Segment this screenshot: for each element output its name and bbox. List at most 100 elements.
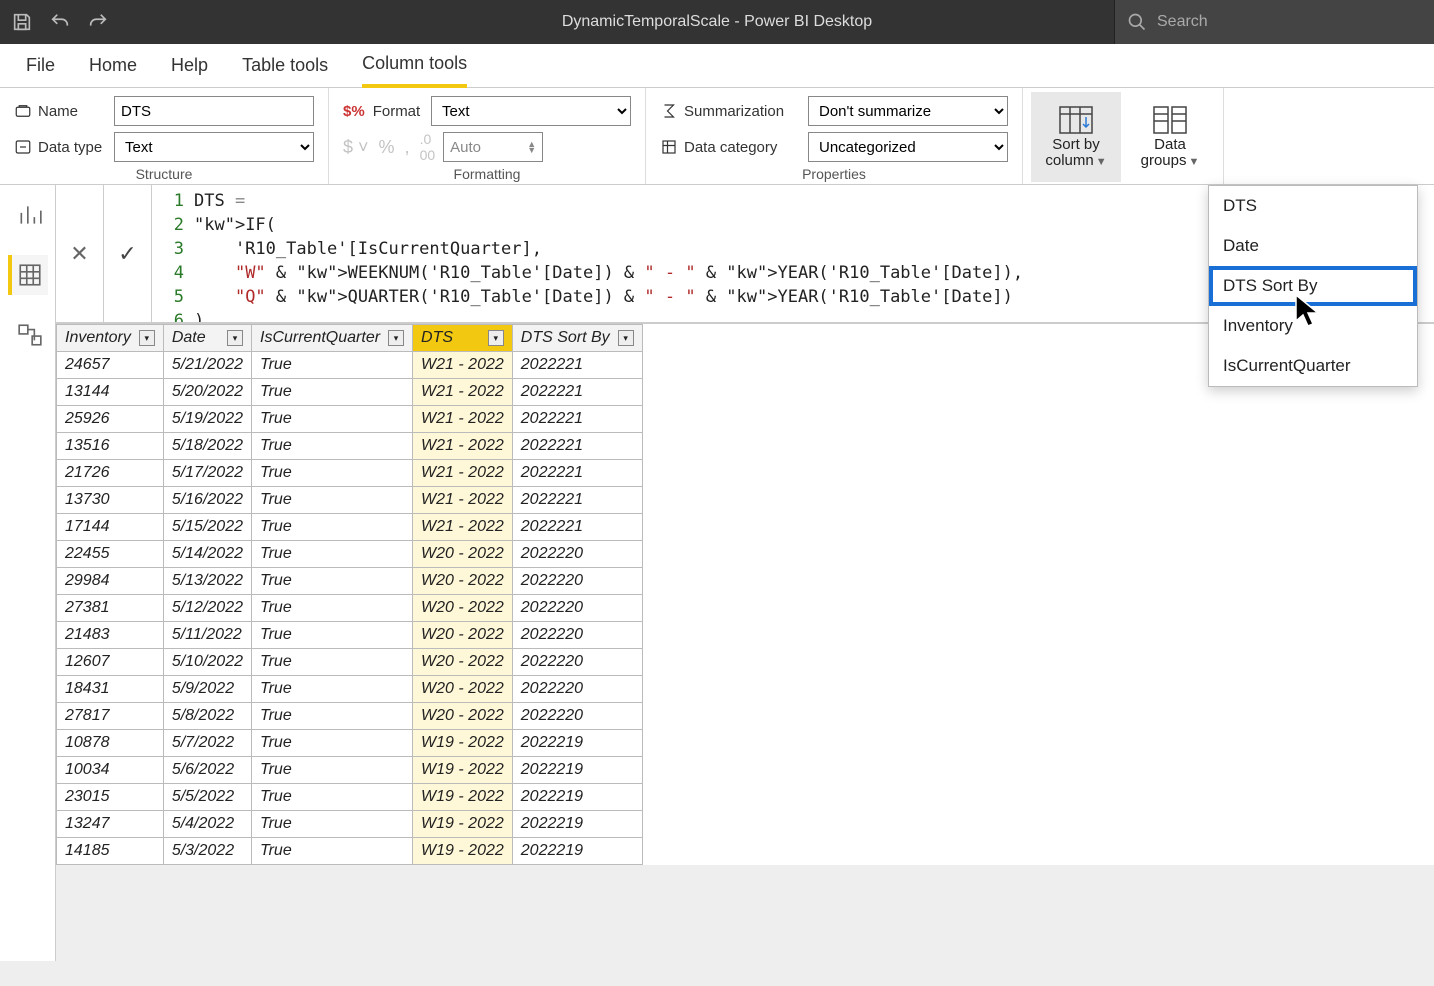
table-cell[interactable]: 18431 — [57, 676, 164, 703]
table-cell[interactable]: True — [252, 568, 413, 595]
table-cell[interactable]: 2022219 — [512, 838, 642, 865]
redo-icon[interactable] — [84, 8, 112, 36]
sort-by-column-button[interactable]: Sort bycolumn▼ — [1031, 92, 1121, 182]
filter-icon[interactable]: ▾ — [488, 330, 504, 346]
table-cell[interactable]: W19 - 2022 — [413, 784, 513, 811]
tab-table-tools[interactable]: Table tools — [242, 44, 328, 88]
table-cell[interactable]: True — [252, 352, 413, 379]
table-row[interactable]: 259265/19/2022TrueW21 - 20222022221 — [57, 406, 643, 433]
table-cell[interactable]: 2022220 — [512, 541, 642, 568]
table-cell[interactable]: W21 - 2022 — [413, 514, 513, 541]
table-row[interactable]: 126075/10/2022TrueW20 - 20222022220 — [57, 649, 643, 676]
table-cell[interactable]: 25926 — [57, 406, 164, 433]
table-cell[interactable]: 2022220 — [512, 649, 642, 676]
tab-column-tools[interactable]: Column tools — [362, 44, 467, 88]
table-cell[interactable]: 21483 — [57, 622, 164, 649]
table-row[interactable]: 141855/3/2022TrueW19 - 20222022219 — [57, 838, 643, 865]
table-cell[interactable]: True — [252, 811, 413, 838]
table-row[interactable]: 171445/15/2022TrueW21 - 20222022221 — [57, 514, 643, 541]
column-header[interactable]: IsCurrentQuarter▾ — [252, 325, 413, 352]
table-cell[interactable]: 5/4/2022 — [163, 811, 251, 838]
table-cell[interactable]: True — [252, 622, 413, 649]
data-category-select[interactable]: Uncategorized — [808, 132, 1008, 162]
tab-file[interactable]: File — [26, 44, 55, 88]
table-cell[interactable]: W21 - 2022 — [413, 487, 513, 514]
table-cell[interactable]: 5/12/2022 — [163, 595, 251, 622]
table-cell[interactable]: W20 - 2022 — [413, 595, 513, 622]
table-cell[interactable]: 2022219 — [512, 730, 642, 757]
table-cell[interactable]: True — [252, 703, 413, 730]
table-cell[interactable]: True — [252, 541, 413, 568]
sort-dropdown-item[interactable]: Inventory — [1209, 306, 1417, 346]
save-icon[interactable] — [8, 8, 36, 36]
table-cell[interactable]: W21 - 2022 — [413, 406, 513, 433]
table-row[interactable]: 246575/21/2022TrueW21 - 20222022221 — [57, 352, 643, 379]
table-cell[interactable]: W21 - 2022 — [413, 352, 513, 379]
datatype-select[interactable]: Text — [114, 132, 314, 162]
table-cell[interactable]: True — [252, 730, 413, 757]
table-cell[interactable]: 5/14/2022 — [163, 541, 251, 568]
column-header[interactable]: Inventory▾ — [57, 325, 164, 352]
table-cell[interactable]: W19 - 2022 — [413, 730, 513, 757]
table-cell[interactable]: 2022219 — [512, 784, 642, 811]
table-row[interactable]: 230155/5/2022TrueW19 - 20222022219 — [57, 784, 643, 811]
table-cell[interactable]: 10034 — [57, 757, 164, 784]
table-cell[interactable]: 24657 — [57, 352, 164, 379]
table-cell[interactable]: 13730 — [57, 487, 164, 514]
table-cell[interactable]: 29984 — [57, 568, 164, 595]
table-cell[interactable]: W19 - 2022 — [413, 811, 513, 838]
formula-commit-button[interactable]: ✓ — [104, 185, 152, 322]
table-cell[interactable]: 2022220 — [512, 595, 642, 622]
column-header[interactable]: DTS▾ — [413, 325, 513, 352]
sort-dropdown-item[interactable]: DTS Sort By — [1209, 266, 1417, 306]
table-cell[interactable]: 22455 — [57, 541, 164, 568]
table-cell[interactable]: 5/15/2022 — [163, 514, 251, 541]
table-cell[interactable]: 2022220 — [512, 703, 642, 730]
table-cell[interactable]: 2022220 — [512, 622, 642, 649]
model-view-icon[interactable] — [8, 315, 48, 355]
filter-icon[interactable]: ▾ — [227, 330, 243, 346]
table-cell[interactable]: 5/8/2022 — [163, 703, 251, 730]
table-cell[interactable]: True — [252, 460, 413, 487]
filter-icon[interactable]: ▾ — [618, 330, 634, 346]
table-row[interactable]: 137305/16/2022TrueW21 - 20222022221 — [57, 487, 643, 514]
table-cell[interactable]: 5/6/2022 — [163, 757, 251, 784]
formula-cancel-button[interactable]: ✕ — [56, 185, 104, 322]
column-header[interactable]: DTS Sort By▾ — [512, 325, 642, 352]
table-cell[interactable]: True — [252, 406, 413, 433]
undo-icon[interactable] — [46, 8, 74, 36]
table-cell[interactable]: 27381 — [57, 595, 164, 622]
table-cell[interactable]: True — [252, 676, 413, 703]
table-cell[interactable]: 5/20/2022 — [163, 379, 251, 406]
report-view-icon[interactable] — [8, 195, 48, 235]
table-cell[interactable]: 5/9/2022 — [163, 676, 251, 703]
table-row[interactable]: 100345/6/2022TrueW19 - 20222022219 — [57, 757, 643, 784]
table-cell[interactable]: 5/7/2022 — [163, 730, 251, 757]
table-cell[interactable]: 5/17/2022 — [163, 460, 251, 487]
filter-icon[interactable]: ▾ — [388, 330, 404, 346]
table-cell[interactable]: True — [252, 595, 413, 622]
table-row[interactable]: 214835/11/2022TrueW20 - 20222022220 — [57, 622, 643, 649]
table-cell[interactable]: 5/5/2022 — [163, 784, 251, 811]
table-cell[interactable]: True — [252, 784, 413, 811]
sort-dropdown-item[interactable]: DTS — [1209, 186, 1417, 226]
table-cell[interactable]: 5/16/2022 — [163, 487, 251, 514]
table-cell[interactable]: True — [252, 757, 413, 784]
column-header[interactable]: Date▾ — [163, 325, 251, 352]
table-cell[interactable]: 12607 — [57, 649, 164, 676]
table-row[interactable]: 278175/8/2022TrueW20 - 20222022220 — [57, 703, 643, 730]
table-cell[interactable]: True — [252, 514, 413, 541]
table-cell[interactable]: 17144 — [57, 514, 164, 541]
table-cell[interactable]: W21 - 2022 — [413, 460, 513, 487]
table-cell[interactable]: 2022221 — [512, 406, 642, 433]
table-cell[interactable]: 13247 — [57, 811, 164, 838]
search-box[interactable]: Search — [1114, 0, 1434, 44]
table-cell[interactable]: 14185 — [57, 838, 164, 865]
table-row[interactable]: 108785/7/2022TrueW19 - 20222022219 — [57, 730, 643, 757]
table-cell[interactable]: True — [252, 487, 413, 514]
table-cell[interactable]: 2022220 — [512, 676, 642, 703]
data-view-icon[interactable] — [8, 255, 48, 295]
summarization-select[interactable]: Don't summarize — [808, 96, 1008, 126]
table-cell[interactable]: 13144 — [57, 379, 164, 406]
table-cell[interactable]: 5/10/2022 — [163, 649, 251, 676]
